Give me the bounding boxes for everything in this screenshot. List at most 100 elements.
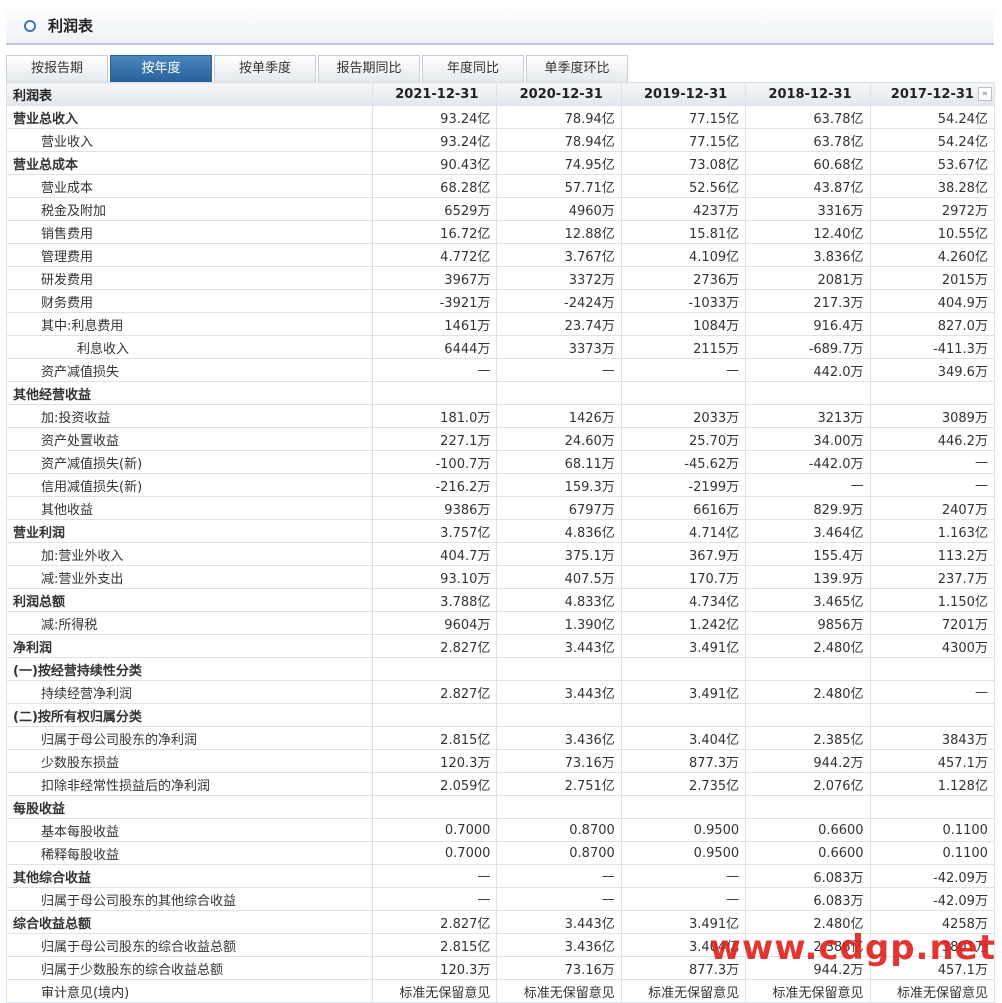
table-row: 其他收益 9386万 6797万 6616万 829.9万 2407万 [6,496,995,520]
table-cell: -100.7万 [371,450,498,474]
table-row: 少数股东损益 120.3万 73.16万 877.3万 944.2万 457.1万 [6,749,995,773]
table-cell: 4.833亿 [496,588,622,612]
table-cell: 3.436亿 [496,726,622,750]
table-cell: 0.7000 [371,841,498,865]
column-header[interactable]: 2017-12-31 [891,87,974,102]
table-cell: 4.772亿 [371,243,498,267]
table-cell: 6444万 [371,335,498,359]
table-cell: -3921万 [371,289,498,313]
table-header-row: 利润表 2021-12-31 2020-12-31 2019-12-31 201… [6,82,995,106]
table-row: 财务费用 -3921万 -2424万 -1033万 217.3万 404.9万 [6,289,995,313]
row-label: 综合收益总额 [6,910,373,934]
table-cell: — [869,450,995,474]
row-label: 每股收益 [6,795,373,819]
row-label: 信用减值损失(新) [6,473,373,497]
table-row: 持续经营净利润 2.827亿 3.443亿 3.491亿 2.480亿 — [6,680,995,704]
table-cell: 73.16万 [496,956,622,980]
table-cell: 1.242亿 [620,611,747,635]
table-cell [371,795,498,819]
table-cell: 4.714亿 [620,519,747,543]
table-cell: 1426万 [496,404,622,428]
row-label: 减:所得税 [6,611,373,635]
tab-2[interactable]: 按单季度 [214,55,316,82]
table-cell: 407.5万 [496,565,622,589]
table-row: 其他经营收益 [6,381,995,405]
table-cell: 1.390亿 [496,611,622,635]
row-label: 销售费用 [6,220,373,244]
row-label: 加:投资收益 [6,404,373,428]
table-cell: 877.3万 [620,749,747,773]
page-title: 利润表 [48,17,94,35]
table-cell: — [496,887,622,911]
table-cell: 829.9万 [745,496,871,520]
table-row: 税金及附加 6529万 4960万 4237万 3316万 2972万 [6,197,995,221]
table-row: 审计意见(境内) 标准无保留意见 标准无保留意见 标准无保留意见 标准无保留意见 标准无保… [6,979,995,1003]
table-cell [496,381,622,405]
table-cell: 0.1100 [869,818,995,842]
table-cell: 0.8700 [496,841,622,865]
table-cell: 57.71亿 [496,174,622,198]
row-label: 利息收入 [6,335,373,359]
table-cell: — [620,358,747,382]
table-cell: — [496,864,622,888]
table-cell: 3843万 [869,726,995,750]
row-label: 归属于少数股东的综合收益总额 [6,956,373,980]
row-label: 管理费用 [6,243,373,267]
table-cell: 0.8700 [496,818,622,842]
table-row: 营业总成本 90.43亿 74.95亿 73.08亿 60.68亿 53.67亿 [6,151,995,175]
tab-4[interactable]: 年度同比 [422,55,524,82]
watermark-text: www.cdgp.net [709,928,996,968]
table-cell: 3089万 [869,404,995,428]
column-header[interactable]: 2021-12-31 [371,82,498,106]
row-label: 归属于母公司股东的综合收益总额 [6,933,373,957]
table-cell [745,703,871,727]
table-cell: 3372万 [496,266,622,290]
table-cell: 4960万 [496,197,622,221]
table-cell: 3.464亿 [745,519,871,543]
table-cell: 3.436亿 [496,933,622,957]
table-cell [869,657,995,681]
column-header[interactable]: 2018-12-31 [745,82,871,106]
table-row: 资产处置收益 227.1万 24.60万 25.70万 34.00万 446.2万 [6,427,995,451]
table-cell: 73.08亿 [620,151,747,175]
table-cell: -689.7万 [745,335,871,359]
table-cell: — [745,473,871,497]
row-label: 减:营业外支出 [6,565,373,589]
table-cell: -45.62万 [620,450,747,474]
row-label: 财务费用 [6,289,373,313]
table-cell [869,795,995,819]
table-cell: 78.94亿 [496,128,622,152]
table-row: 利润总额 3.788亿 4.833亿 4.734亿 3.465亿 1.150亿 [6,588,995,612]
row-label: 税金及附加 [6,197,373,221]
tab-1[interactable]: 按年度 [110,55,212,82]
table-cell: 0.9500 [620,818,747,842]
table-cell: 404.9万 [869,289,995,313]
table-cell: 170.7万 [620,565,747,589]
column-header[interactable]: 2020-12-31 [496,82,622,106]
row-label: 资产减值损失(新) [6,450,373,474]
tab-5[interactable]: 单季度环比 [526,55,628,82]
row-label: 扣除非经常性损益后的净利润 [6,772,373,796]
table-row: 归属于母公司股东的其他综合收益 — — —6.083万 -42.09万 [6,887,995,911]
table-cell: 0.7000 [371,818,498,842]
table-cell: 2115万 [620,335,747,359]
column-header-last[interactable]: 2017-12-31» [869,82,995,106]
table-row: 每股收益 [6,795,995,819]
table-row: 其中:利息费用 1461万 23.74万 1084万 916.4万 827.0万 [6,312,995,336]
table-row: 加:营业外收入 404.7万 375.1万 367.9万 155.4万 113.2万 [6,542,995,566]
table-cell: 68.11万 [496,450,622,474]
table-cell [869,703,995,727]
table-cell: — [869,473,995,497]
row-label: (一)按经营持续性分类 [6,657,373,681]
table-cell: 404.7万 [371,542,498,566]
table-row: 稀释每股收益 0.7000 0.8700 0.9500 0.6600 0.1100 [6,841,995,865]
column-header[interactable]: 2019-12-31 [620,82,747,106]
tab-0[interactable]: 按报告期 [6,55,108,82]
table-cell: 217.3万 [745,289,871,313]
scroll-right-icon[interactable]: » [977,87,992,101]
tab-3[interactable]: 报告期同比 [318,55,420,82]
table-row: 基本每股收益 0.7000 0.8700 0.9500 0.6600 0.1100 [6,818,995,842]
table-cell: 3316万 [745,197,871,221]
row-label: 营业收入 [6,128,373,152]
table-cell: 446.2万 [869,427,995,451]
